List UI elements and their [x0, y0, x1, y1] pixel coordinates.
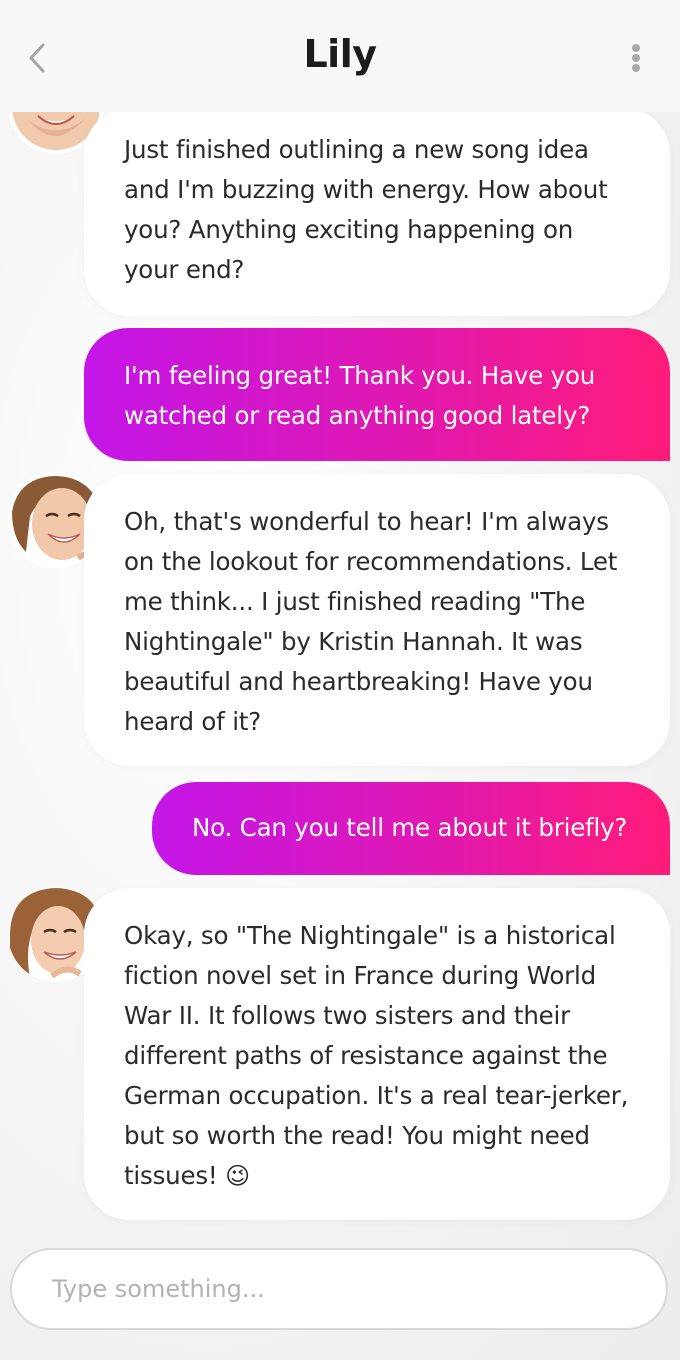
message-line: your end? — [124, 255, 245, 284]
message-line: beautiful and heartbreaking! Have you — [124, 667, 593, 696]
message-bubble-bot: Just finished outlining a new song idea … — [84, 108, 670, 316]
more-vertical-icon — [632, 54, 640, 62]
message-line: German occupation. It's a real tear-jerk… — [124, 1081, 629, 1110]
more-options-button[interactable] — [622, 40, 650, 76]
message-line: fiction novel set in France during World — [124, 961, 596, 990]
winking-face-emoji: 😉 — [225, 1162, 250, 1190]
message-bubble-user: No. Can you tell me about it briefly? — [152, 782, 670, 875]
message-line: watched or read anything good lately? — [124, 401, 591, 430]
message-line: Oh, that's wonderful to hear! I'm always — [124, 507, 609, 536]
more-vertical-icon — [632, 44, 640, 52]
message-line: you? Anything exciting happening on — [124, 215, 574, 244]
message-bubble-bot: Okay, so "The Nightingale" is a historic… — [84, 888, 670, 1220]
message-line: War II. It follows two sisters and their — [124, 1001, 571, 1030]
message-line: and I'm buzzing with energy. How about — [124, 175, 608, 204]
message-list[interactable]: Just finished outlining a new song idea … — [0, 0, 680, 1240]
message-line: tissues! 😉 — [124, 1156, 640, 1196]
message-composer[interactable] — [10, 1248, 668, 1330]
message-line: I'm feeling great! Thank you. Have you — [124, 361, 596, 390]
message-line: heard of it? — [124, 707, 262, 736]
message-line-text: tissues! — [124, 1161, 218, 1190]
message-line: on the lookout for recommendations. Let — [124, 547, 618, 576]
message-line: different paths of resistance against th… — [124, 1041, 608, 1070]
message-line: Just finished outlining a new song idea — [124, 135, 589, 164]
message-bubble-user: I'm feeling great! Thank you. Have you w… — [84, 328, 670, 461]
message-bubble-bot: Oh, that's wonderful to hear! I'm always… — [84, 474, 670, 766]
message-line: Nightingale" by Kristin Hannah. It was — [124, 627, 583, 656]
message-line: No. Can you tell me about it briefly? — [192, 813, 628, 842]
more-vertical-icon — [632, 64, 640, 72]
message-line: me think... I just finished reading "The — [124, 587, 586, 616]
message-input[interactable] — [52, 1275, 666, 1303]
message-line: Okay, so "The Nightingale" is a historic… — [124, 921, 616, 950]
chat-header: Lily — [0, 0, 680, 112]
chat-screen: Just finished outlining a new song idea … — [0, 0, 680, 1360]
message-line: but so worth the read! You might need — [124, 1121, 590, 1150]
chat-title: Lily — [303, 32, 377, 76]
